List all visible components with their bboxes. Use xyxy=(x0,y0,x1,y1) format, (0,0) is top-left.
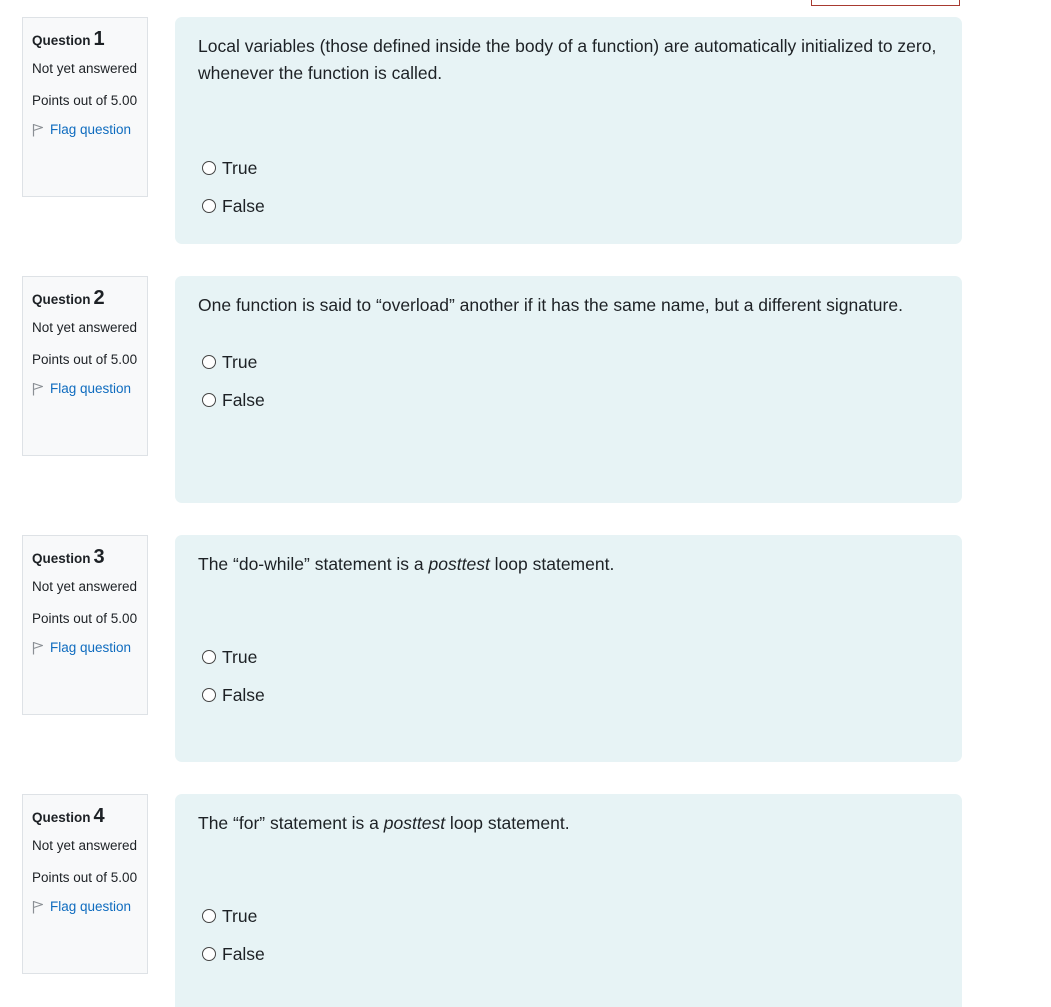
question-state: Not yet answered xyxy=(32,838,138,853)
answer-option-true[interactable]: True xyxy=(202,157,265,179)
question-info: Question 1 Not yet answered Points out of… xyxy=(22,17,148,197)
answer-label: False xyxy=(222,195,265,216)
flag-question-label: Flag question xyxy=(50,122,132,137)
radio-button[interactable] xyxy=(202,650,216,664)
flag-icon xyxy=(32,382,44,396)
question-info: Question 4 Not yet answered Points out of… xyxy=(22,794,148,974)
answer-label: True xyxy=(222,157,258,178)
answer-label: True xyxy=(222,646,258,667)
question-grade: Points out of 5.00 xyxy=(32,352,138,367)
question-content: Local variables (those defined inside th… xyxy=(175,17,962,244)
answer-label: False xyxy=(222,684,265,705)
flag-question-link[interactable]: Flag question xyxy=(32,121,138,139)
answer-option-false[interactable]: False xyxy=(202,389,265,411)
question-state: Not yet answered xyxy=(32,579,138,594)
question-grade: Points out of 5.00 xyxy=(32,93,138,108)
answer-option-false[interactable]: False xyxy=(202,195,265,217)
flag-icon xyxy=(32,900,44,914)
radio-button[interactable] xyxy=(202,947,216,961)
answer-option-true[interactable]: True xyxy=(202,905,265,927)
question-content: The “do-while” statement is a posttest l… xyxy=(175,535,962,762)
flag-question-label: Flag question xyxy=(50,899,132,914)
question-number: Question 2 xyxy=(32,287,105,309)
answer-options: True False xyxy=(202,351,265,427)
question-state: Not yet answered xyxy=(32,320,138,335)
flag-icon xyxy=(32,641,44,655)
top-partial-box xyxy=(811,0,960,6)
flag-question-label: Flag question xyxy=(50,381,132,396)
question-grade: Points out of 5.00 xyxy=(32,611,138,626)
answer-options: True False xyxy=(202,905,265,981)
radio-button[interactable] xyxy=(202,393,216,407)
question-text: One function is said to “overload” anoth… xyxy=(198,295,903,315)
question-info: Question 3 Not yet answered Points out of… xyxy=(22,535,148,715)
answer-option-true[interactable]: True xyxy=(202,351,265,373)
answer-label: False xyxy=(222,943,265,964)
answer-label: True xyxy=(222,351,258,372)
radio-button[interactable] xyxy=(202,909,216,923)
question-number: Question 4 xyxy=(32,805,105,827)
answer-option-true[interactable]: True xyxy=(202,646,265,668)
radio-button[interactable] xyxy=(202,161,216,175)
flag-question-link[interactable]: Flag question xyxy=(32,639,138,657)
question-number: Question 3 xyxy=(32,546,105,568)
answer-options: True False xyxy=(202,646,265,722)
quiz-page: Question 1 Not yet answered Points out of… xyxy=(0,0,1051,1007)
answer-option-false[interactable]: False xyxy=(202,684,265,706)
flag-question-link[interactable]: Flag question xyxy=(32,898,138,916)
question-state: Not yet answered xyxy=(32,61,138,76)
answer-options: True False xyxy=(202,157,265,233)
question-text: The “for” statement is a posttest loop s… xyxy=(198,813,570,833)
answer-label: False xyxy=(222,389,265,410)
radio-button[interactable] xyxy=(202,199,216,213)
flag-question-link[interactable]: Flag question xyxy=(32,380,138,398)
question-content: One function is said to “overload” anoth… xyxy=(175,276,962,503)
question-text: The “do-while” statement is a posttest l… xyxy=(198,554,615,574)
question-grade: Points out of 5.00 xyxy=(32,870,138,885)
radio-button[interactable] xyxy=(202,688,216,702)
question-text: Local variables (those defined inside th… xyxy=(198,36,937,83)
answer-option-false[interactable]: False xyxy=(202,943,265,965)
radio-button[interactable] xyxy=(202,355,216,369)
flag-icon xyxy=(32,123,44,137)
answer-label: True xyxy=(222,905,258,926)
flag-question-label: Flag question xyxy=(50,640,132,655)
question-info: Question 2 Not yet answered Points out of… xyxy=(22,276,148,456)
question-number: Question 1 xyxy=(32,28,105,50)
question-content: The “for” statement is a posttest loop s… xyxy=(175,794,962,1007)
